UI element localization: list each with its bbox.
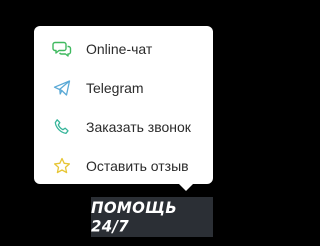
menu-item-label: Telegram [86,79,144,96]
help-button-label: ПОМОЩЬ 24/7 [91,198,178,236]
menu-item-label: Online-чат [86,40,153,57]
menu-item-telegram[interactable]: Telegram [34,68,213,107]
contact-menu-popup: Online-чат Telegram Заказать звонок Оста… [34,26,213,191]
paper-plane-icon [52,78,72,98]
chat-icon [52,39,72,59]
phone-icon [52,117,72,137]
menu-item-label: Заказать звонок [86,118,191,135]
star-icon [52,156,72,176]
menu-item-request-call[interactable]: Заказать звонок [34,107,213,146]
menu-item-leave-review[interactable]: Оставить отзыв [34,146,213,185]
help-24-7-button[interactable]: ПОМОЩЬ 24/7 [91,197,213,237]
menu-item-label: Оставить отзыв [86,157,189,174]
menu-item-online-chat[interactable]: Online-чат [34,29,213,68]
